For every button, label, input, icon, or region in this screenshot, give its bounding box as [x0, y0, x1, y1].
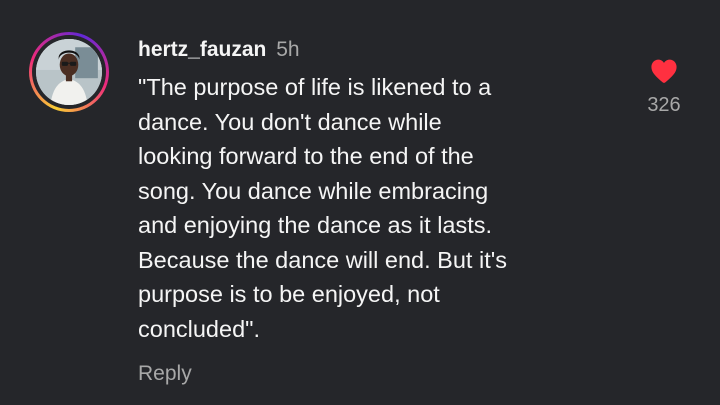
like-count: 326	[647, 94, 681, 116]
avatar-story-ring[interactable]	[29, 32, 109, 112]
avatar-ring-gap	[32, 35, 106, 109]
comment-timestamp: 5h	[276, 38, 300, 61]
like-button[interactable]: 326	[638, 58, 690, 117]
avatar-photo	[36, 39, 102, 105]
username[interactable]: hertz_fauzan	[138, 38, 266, 61]
avatar[interactable]	[36, 39, 102, 105]
comment-item: hertz_fauzan 5h "The purpose of life is …	[0, 0, 720, 405]
comment-body: hertz_fauzan 5h "The purpose of life is …	[138, 36, 608, 388]
reply-button[interactable]: Reply	[138, 360, 192, 388]
comment-text: "The purpose of life is likened to a dan…	[138, 74, 507, 342]
heart-filled-icon[interactable]	[650, 58, 678, 84]
comment-header: hertz_fauzan 5h	[138, 36, 608, 64]
